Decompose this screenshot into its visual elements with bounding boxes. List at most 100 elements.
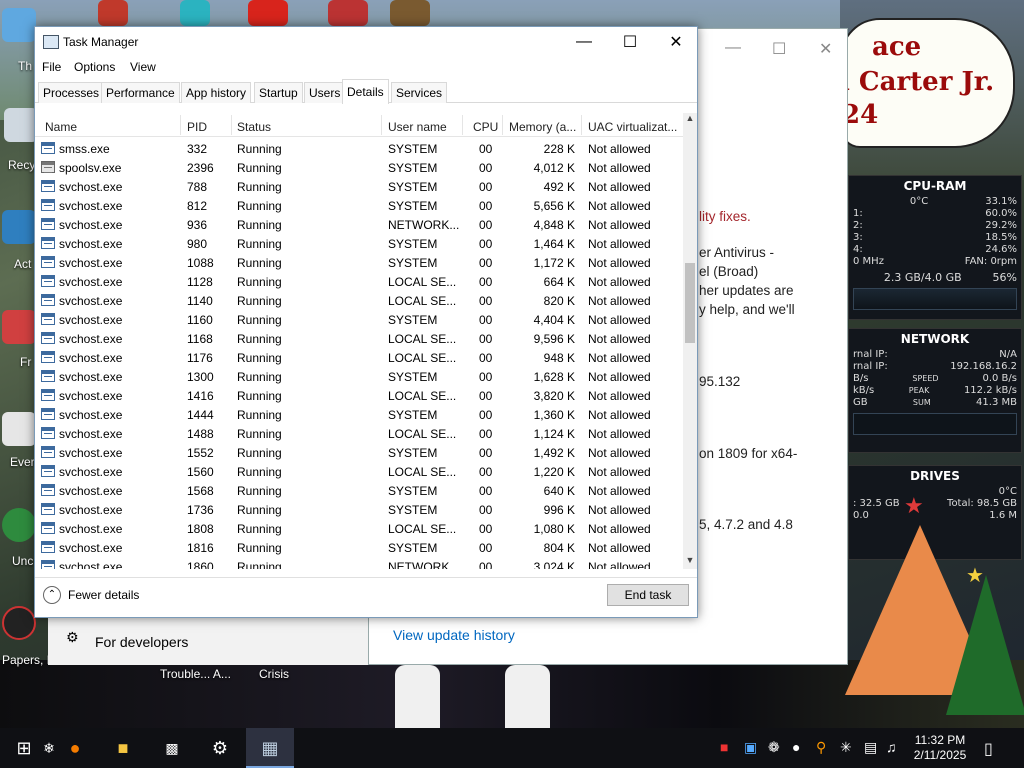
desktop-icon-act[interactable]	[2, 210, 36, 244]
process-uac: Not allowed	[588, 389, 651, 403]
desktop-icon-top-5[interactable]	[390, 0, 430, 26]
firefox-icon[interactable]: ●	[61, 734, 89, 762]
terminal-icon[interactable]: ▩	[158, 734, 186, 762]
process-status: Running	[237, 199, 282, 213]
tab-performance[interactable]: Performance	[101, 82, 180, 103]
recycle-bin-icon[interactable]	[4, 108, 38, 142]
tab-users[interactable]: Users	[304, 82, 346, 103]
column-header-cpu[interactable]: CPU	[473, 120, 498, 134]
table-row[interactable]: svchost.exe 1444 Running SYSTEM 00 1,360 K Not…	[35, 405, 683, 424]
desktop-icon-top-1[interactable]	[98, 0, 128, 26]
table-row[interactable]: svchost.exe 1808 Running LOCAL SE... 00 1,080…	[35, 519, 683, 538]
desktop-icon-ever[interactable]	[2, 412, 36, 446]
for-developers-link[interactable]: For developers	[95, 634, 188, 650]
process-name: svchost.exe	[59, 427, 123, 441]
column-header-memory[interactable]: Memory (a...	[509, 120, 576, 134]
task-manager-window[interactable]: Task Manager — ☐ ✕ File Options View Pro…	[34, 26, 698, 618]
close-icon[interactable]: ✕	[819, 39, 832, 59]
view-update-history-link[interactable]: View update history	[393, 627, 515, 643]
scroll-down-icon[interactable]: ▼	[683, 555, 697, 569]
tray-icon-3[interactable]: ❁	[768, 739, 780, 756]
desktop-icon-fr[interactable]	[2, 310, 36, 344]
title-bar[interactable]: Task Manager — ☐ ✕	[35, 27, 697, 57]
update-text: on 1809 for x64-	[699, 446, 798, 461]
close-button[interactable]: ✕	[653, 27, 699, 57]
table-row[interactable]: svchost.exe 1560 Running LOCAL SE... 00 1,220…	[35, 462, 683, 481]
tab-details[interactable]: Details	[342, 79, 389, 104]
scroll-up-icon[interactable]: ▲	[683, 113, 697, 127]
table-row[interactable]: svchost.exe 812 Running SYSTEM 00 5,656 K Not …	[35, 196, 683, 215]
maximize-icon[interactable]: ☐	[772, 39, 786, 59]
tray-icon-2[interactable]: ▣	[744, 739, 757, 756]
table-row[interactable]: svchost.exe 1860 Running NETWORK... 00 3,024 …	[35, 557, 683, 569]
table-row[interactable]: svchost.exe 1168 Running LOCAL SE... 00 9,596…	[35, 329, 683, 348]
table-row[interactable]: svchost.exe 1088 Running SYSTEM 00 1,172 K Not…	[35, 253, 683, 272]
desktop-icon-top-3[interactable]	[248, 0, 288, 26]
end-task-button[interactable]: End task	[607, 584, 689, 606]
process-uac: Not allowed	[588, 370, 651, 384]
search-icon[interactable]: ⚲	[816, 739, 826, 756]
table-row[interactable]: svchost.exe 788 Running SYSTEM 00 492 K Not al…	[35, 177, 683, 196]
menu-file[interactable]: File	[42, 60, 61, 74]
file-explorer-icon[interactable]: ■	[109, 734, 137, 762]
process-status: Running	[237, 218, 282, 232]
desktop-icon-1[interactable]	[2, 8, 36, 42]
scroll-thumb[interactable]	[685, 263, 695, 343]
menu-options[interactable]: Options	[74, 60, 115, 74]
clock[interactable]: 11:32 PM 2/11/2025	[908, 733, 972, 763]
drive-total: Total: 98.5 GB	[947, 498, 1017, 509]
desktop-icon-unc[interactable]	[2, 508, 36, 542]
table-row[interactable]: spoolsv.exe 2396 Running SYSTEM 00 4,012 K Not…	[35, 158, 683, 177]
menu-view[interactable]: View	[130, 60, 156, 74]
table-row[interactable]: svchost.exe 1128 Running LOCAL SE... 00 664 K…	[35, 272, 683, 291]
process-name: svchost.exe	[59, 237, 123, 251]
settings-gear-icon[interactable]: ⚙	[206, 734, 234, 762]
vertical-scrollbar[interactable]: ▲ ▼	[683, 113, 697, 569]
table-row[interactable]: svchost.exe 1160 Running SYSTEM 00 4,404 K Not…	[35, 310, 683, 329]
fewer-details-link[interactable]: Fewer details	[68, 588, 139, 602]
volume-icon[interactable]: ♫	[886, 739, 897, 755]
chevron-up-icon[interactable]: ⌃	[43, 586, 61, 604]
table-row[interactable]: svchost.exe 1140 Running LOCAL SE... 00 820 K…	[35, 291, 683, 310]
process-status: Running	[237, 560, 282, 569]
process-status: Running	[237, 408, 282, 422]
table-row[interactable]: svchost.exe 1416 Running LOCAL SE... 00 3,820…	[35, 386, 683, 405]
table-row[interactable]: svchost.exe 1816 Running SYSTEM 00 804 K Not a…	[35, 538, 683, 557]
table-row[interactable]: svchost.exe 980 Running SYSTEM 00 1,464 K Not …	[35, 234, 683, 253]
table-row[interactable]: svchost.exe 1552 Running SYSTEM 00 1,492 K Not…	[35, 443, 683, 462]
maximize-button[interactable]: ☐	[607, 27, 653, 57]
desktop-icon-top-4[interactable]	[328, 0, 368, 26]
start-button[interactable]: ⊞	[10, 734, 38, 762]
desktop-icon-papers[interactable]	[2, 606, 36, 640]
core-value: 29.2%	[985, 220, 1017, 231]
column-header-name[interactable]: Name	[45, 120, 77, 134]
column-header-uac[interactable]: UAC virtualizat...	[588, 120, 677, 134]
snowflake-icon[interactable]: ❄	[35, 734, 63, 762]
tab-app-history[interactable]: App history	[181, 82, 252, 103]
column-header-pid[interactable]: PID	[187, 120, 207, 134]
water-drop-icon[interactable]: ●	[792, 739, 800, 755]
process-uac: Not allowed	[588, 503, 651, 517]
process-pid: 788	[187, 180, 208, 194]
network-icon[interactable]: ▤	[864, 739, 877, 756]
minimize-icon[interactable]: —	[725, 39, 741, 57]
table-row[interactable]: svchost.exe 1488 Running LOCAL SE... 00 1,124…	[35, 424, 683, 443]
table-row[interactable]: svchost.exe 1300 Running SYSTEM 00 1,628 K Not…	[35, 367, 683, 386]
process-memory: 228 K	[543, 142, 575, 156]
tab-services[interactable]: Services	[391, 82, 448, 103]
tray-icon-1[interactable]: ■	[720, 739, 728, 755]
column-header-status[interactable]: Status	[237, 120, 271, 134]
notifications-icon[interactable]: ▯	[984, 739, 993, 759]
table-row[interactable]: svchost.exe 1736 Running SYSTEM 00 996 K Not a…	[35, 500, 683, 519]
table-row[interactable]: smss.exe 332 Running SYSTEM 00 228 K Not allow…	[35, 139, 683, 158]
desktop-icon-top-2[interactable]	[180, 0, 210, 26]
tab-processes[interactable]: Processes	[38, 82, 105, 103]
table-row[interactable]: svchost.exe 936 Running NETWORK... 00 4,848 K…	[35, 215, 683, 234]
brightness-icon[interactable]: ✳	[840, 739, 852, 756]
tab-startup[interactable]: Startup	[254, 82, 303, 103]
table-row[interactable]: svchost.exe 1568 Running SYSTEM 00 640 K Not a…	[35, 481, 683, 500]
table-row[interactable]: svchost.exe 1176 Running LOCAL SE... 00 948 K…	[35, 348, 683, 367]
column-header-user-name[interactable]: User name	[388, 120, 447, 134]
minimize-button[interactable]: —	[561, 27, 607, 57]
poster-text: l Carter Jr.	[840, 67, 995, 97]
